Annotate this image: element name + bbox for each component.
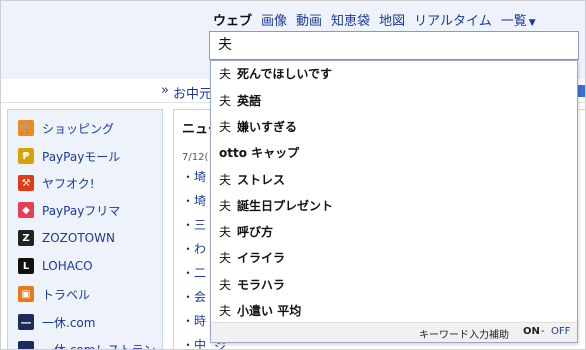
news-item[interactable]: ・三 — [182, 216, 206, 233]
sidebar-item-zozotown[interactable]: Z ZOZOTOWN — [18, 228, 115, 248]
tab-chiebukuro[interactable]: 知恵袋 — [331, 10, 370, 29]
suggestion-query: 夫 — [219, 278, 232, 292]
suggestion-item[interactable]: 夫呼び方 — [211, 219, 577, 245]
tab-images[interactable]: 画像 — [261, 10, 287, 29]
suggestion-query: 夫 — [219, 225, 232, 239]
news-item[interactable]: ・埼 — [182, 192, 206, 209]
suggestion-query: 夫 — [219, 173, 232, 187]
caret-down-icon: ▼ — [528, 18, 536, 28]
sidebar-item-label: ヤフオク! — [42, 176, 95, 191]
suggestion-completion: 呼び方 — [237, 225, 274, 239]
sidebar-item-label: トラベル — [42, 287, 91, 302]
suggestion-completion: 誕生日プレゼント — [237, 199, 334, 213]
sidebar-item-label: PayPayモール — [42, 149, 121, 164]
news-item[interactable]: ・埼 — [182, 168, 206, 185]
sidebar-item-travel[interactable]: ▣ トラベル — [18, 284, 90, 304]
suitcase-icon: ▣ — [18, 286, 34, 302]
suggestion-query: 夫 — [219, 120, 232, 134]
tab-list-label: 一覧 — [500, 14, 527, 29]
suggestion-item[interactable]: 夫イライラ — [211, 245, 577, 271]
sidebar-item-label: PayPayフリマ — [42, 203, 121, 218]
sidebar-item-paypay-flea[interactable]: ◆ PayPayフリマ — [18, 200, 120, 220]
suggestion-completion: イライラ — [237, 251, 286, 265]
suggestion-item[interactable]: 夫ストレス — [211, 167, 577, 193]
suggestion-item[interactable]: 夫嫌いすぎる — [211, 114, 577, 140]
suggestion-completion: otto キャップ — [219, 146, 300, 160]
ikyu-restaurant-icon: 一 — [18, 341, 34, 349]
suggestion-query: 夫 — [219, 94, 232, 108]
sidebar-item-lohaco[interactable]: L LOHACO — [18, 256, 93, 276]
tab-list[interactable]: 一覧 ▼ — [501, 10, 536, 29]
suggestion-completion: 英語 — [237, 94, 262, 108]
assist-on-toggle[interactable]: ON — [523, 326, 540, 337]
stripe-accent — [577, 85, 585, 97]
suggestion-completion: ストレス — [237, 173, 286, 187]
cart-icon: 🛒 — [18, 120, 34, 136]
gavel-icon: ⚒ — [18, 175, 34, 191]
sidebar-item-ikyu-restaurant[interactable]: 一 一休.comレストラン — [18, 339, 156, 350]
assist-separator: - — [541, 326, 545, 337]
lohaco-icon: L — [18, 258, 34, 274]
news-item[interactable]: ・時 — [182, 312, 206, 329]
suggestion-item[interactable]: 夫小遣い 平均 — [211, 298, 577, 324]
sidebar-item-label: ショッピング — [42, 121, 115, 136]
news-item[interactable]: ・中 — [182, 336, 206, 349]
search-suggestions: 夫死んでほしいです 夫英語 夫嫌いすぎる otto キャップ 夫ストレス 夫誕生… — [210, 60, 578, 343]
sidebar-item-auction[interactable]: ⚒ ヤフオク! — [18, 173, 95, 193]
tab-realtime[interactable]: リアルタイム — [414, 10, 492, 29]
suggestion-query: 夫 — [219, 67, 232, 81]
sidebar-item-label: 一休.comレストラン — [42, 342, 156, 350]
tab-map[interactable]: 地図 — [379, 10, 405, 29]
suggestion-item[interactable]: otto キャップ — [211, 140, 577, 166]
bag-icon: ₱ — [18, 148, 34, 164]
keyword-assist-label: キーワード入力補助 — [419, 330, 509, 341]
assist-off-toggle[interactable]: OFF — [551, 326, 570, 337]
tab-web[interactable]: ウェブ — [213, 10, 252, 29]
sidebar-item-label: ZOZOTOWN — [42, 231, 115, 245]
news-item[interactable]: ・わ — [182, 240, 206, 257]
zozo-icon: Z — [18, 230, 34, 246]
ikyu-icon: 一 — [18, 314, 34, 330]
suggestion-item[interactable]: 夫死んでほしいです — [211, 61, 577, 87]
chevron-right-icon: » — [161, 83, 169, 98]
suggestion-item[interactable]: 夫モラハラ — [211, 272, 577, 298]
suggestion-completion: 死んでほしいです — [237, 67, 333, 81]
suggestion-completion: 嫌いすぎる — [237, 120, 298, 134]
suggestion-query: 夫 — [219, 199, 232, 213]
suggestion-query: 夫 — [219, 304, 232, 318]
suggestion-completion: 小遣い 平均 — [237, 304, 302, 318]
sidebar-item-shopping[interactable]: 🛒 ショッピング — [18, 118, 114, 138]
suggestion-footer: キーワード入力補助 ON - OFF — [211, 322, 577, 342]
suggestion-item[interactable]: 夫英語 — [211, 88, 577, 114]
search-tabs: ウェブ 画像 動画 知恵袋 地図 リアルタイム 一覧 ▼ — [213, 10, 545, 29]
page: ウェブ 画像 動画 知恵袋 地図 リアルタイム 一覧 ▼ 夫 » お中元 🛒 ショ… — [0, 0, 586, 350]
tab-video[interactable]: 動画 — [296, 10, 322, 29]
suggestion-item[interactable]: 夫誕生日プレゼント — [211, 193, 577, 219]
news-date: 7/12( — [182, 152, 209, 163]
service-sidebar: 🛒 ショッピング ₱ PayPayモール ⚒ ヤフオク! ◆ PayPayフリマ… — [7, 109, 163, 350]
tag-icon: ◆ — [18, 202, 34, 218]
sidebar-item-ikyu[interactable]: 一 一休.com — [18, 312, 95, 332]
stripe-link[interactable]: お中元 — [173, 83, 212, 102]
search-input[interactable]: 夫 — [209, 31, 579, 60]
sidebar-item-label: 一休.com — [42, 315, 96, 330]
sidebar-item-label: LOHACO — [42, 259, 93, 273]
sidebar-item-paypay-mall[interactable]: ₱ PayPayモール — [18, 146, 120, 166]
news-item[interactable]: ・会 — [182, 288, 206, 305]
news-item[interactable]: ・二 — [182, 264, 206, 281]
suggestion-completion: モラハラ — [237, 278, 285, 292]
suggestion-query: 夫 — [219, 251, 232, 265]
